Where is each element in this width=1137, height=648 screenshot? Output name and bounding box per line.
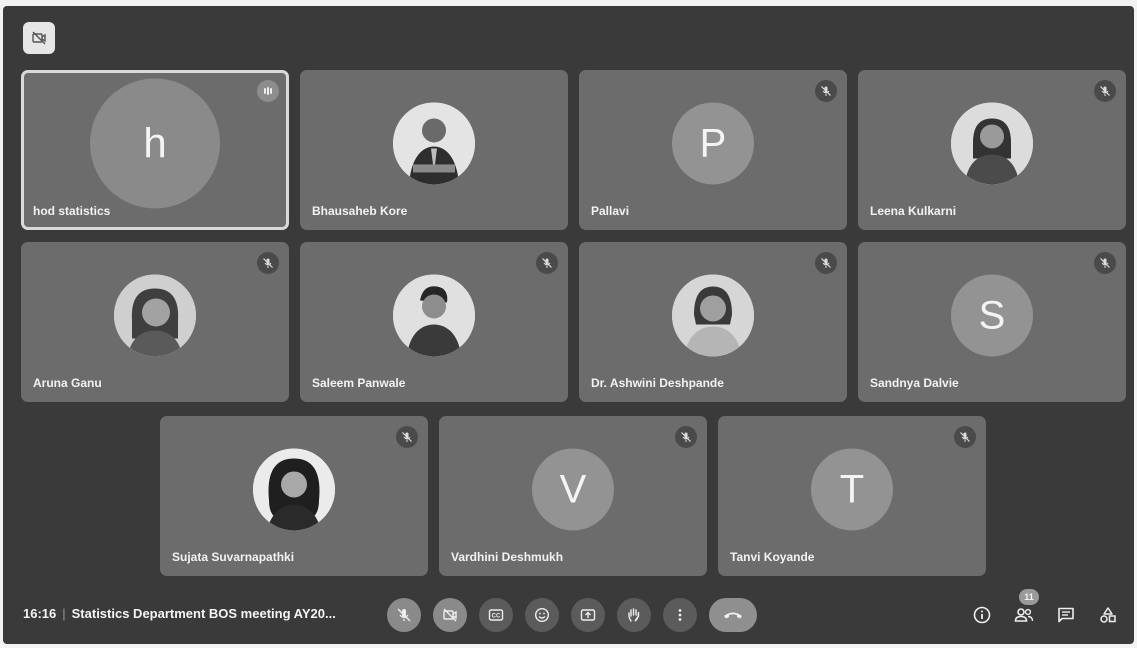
participant-name: Aruna Ganu <box>33 376 102 390</box>
mic-off-icon <box>257 252 279 274</box>
participant-tile[interactable]: V Vardhini Deshmukh <box>439 416 707 576</box>
chat-button[interactable] <box>1053 602 1079 628</box>
show-everyone-button[interactable] <box>1011 602 1037 628</box>
participant-name: Leena Kulkarni <box>870 204 957 218</box>
participant-name: Saleem Panwale <box>312 376 406 390</box>
participant-tile[interactable]: Saleem Panwale <box>300 242 568 402</box>
captions-button[interactable]: CC <box>479 598 513 632</box>
participant-tile[interactable]: Bhausaheb Kore <box>300 70 568 230</box>
participant-tile[interactable]: S Sandnya Dalvie <box>858 242 1126 402</box>
participant-tile[interactable]: T Tanvi Koyande <box>718 416 986 576</box>
participant-name: Dr. Ashwini Deshpande <box>591 376 724 390</box>
avatar: V <box>532 448 614 531</box>
participant-name: Sandnya Dalvie <box>870 376 959 390</box>
avatar: S <box>951 274 1033 357</box>
raise-hand-icon <box>628 608 640 622</box>
more-options-button[interactable] <box>663 598 697 632</box>
mic-off-icon <box>815 80 837 102</box>
captions-icon: CC <box>488 609 504 621</box>
toggle-camera-button[interactable] <box>433 598 467 632</box>
avatar: P <box>672 102 754 185</box>
participant-name: Vardhini Deshmukh <box>451 550 564 564</box>
end-call-icon <box>724 612 742 619</box>
mic-off-icon <box>815 252 837 274</box>
mic-off-icon <box>1094 252 1116 274</box>
participant-tile[interactable]: Aruna Ganu <box>21 242 289 402</box>
mic-off-icon <box>954 426 976 448</box>
present-now-button[interactable] <box>571 598 605 632</box>
mic-off-icon <box>397 608 411 622</box>
mic-off-icon <box>536 252 558 274</box>
participant-tile[interactable]: Leena Kulkarni <box>858 70 1126 230</box>
activities-button[interactable] <box>1095 602 1121 628</box>
participant-tile[interactable]: Dr. Ashwini Deshpande <box>579 242 847 402</box>
avatar <box>393 102 475 185</box>
mic-off-icon <box>675 426 697 448</box>
svg-text:CC: CC <box>492 614 501 620</box>
separator: | <box>62 606 66 621</box>
camera-slash-icon <box>32 31 46 45</box>
leave-call-button[interactable] <box>709 598 757 632</box>
participant-tile[interactable]: h hod statistics <box>21 70 289 230</box>
hide-self-view-button[interactable] <box>23 22 55 54</box>
participant-name: Bhausaheb Kore <box>312 204 408 218</box>
speaking-indicator-icon <box>257 80 279 102</box>
avatar: T <box>811 448 893 531</box>
participant-tile[interactable]: Sujata Suvarnapathki <box>160 416 428 576</box>
mic-off-icon <box>396 426 418 448</box>
info-icon <box>973 606 991 624</box>
meeting-details-button[interactable] <box>969 602 995 628</box>
people-icon <box>1014 608 1034 622</box>
participant-name: Tanvi Koyande <box>730 550 815 564</box>
present-screen-icon <box>580 609 596 621</box>
avatar <box>672 274 754 357</box>
control-bar: 16:16 | Statistics Department BOS meeting … <box>3 588 1134 644</box>
avatar <box>114 274 196 357</box>
mic-off-icon <box>1094 80 1116 102</box>
avatar <box>951 102 1033 185</box>
camera-off-icon <box>443 608 457 622</box>
chat-icon <box>1058 607 1074 623</box>
avatar: h <box>90 78 220 209</box>
toggle-microphone-button[interactable] <box>387 598 421 632</box>
activities-icon <box>1100 607 1116 623</box>
meeting-title: Statistics Department BOS meeting AY20..… <box>71 606 336 621</box>
avatar <box>393 274 475 357</box>
reactions-button[interactable] <box>525 598 559 632</box>
participant-name: Pallavi <box>591 204 630 218</box>
participant-tile[interactable]: P Pallavi <box>579 70 847 230</box>
emoji-icon <box>534 607 550 623</box>
avatar <box>253 448 335 531</box>
meeting-info: 16:16 | Statistics Department BOS meeting … <box>23 606 336 621</box>
participant-name: Sujata Suvarnapathki <box>172 550 295 564</box>
more-options-icon <box>678 609 682 621</box>
meeting-screen: h hod statistics Bhausaheb Kore P Pallav… <box>3 6 1134 644</box>
clock: 16:16 <box>23 606 57 621</box>
participant-name: hod statistics <box>33 204 111 218</box>
raise-hand-button[interactable] <box>617 598 651 632</box>
